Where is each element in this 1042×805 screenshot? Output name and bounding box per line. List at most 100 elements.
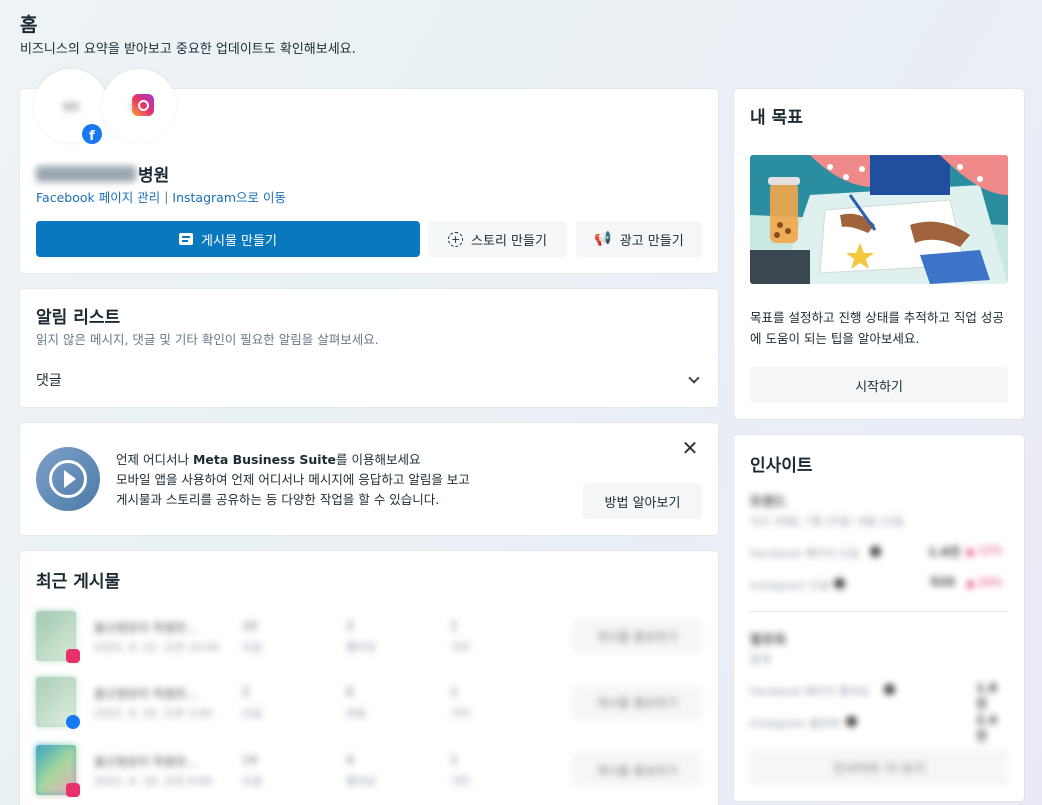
- learn-how-button[interactable]: 방법 알아보기: [583, 483, 702, 519]
- post-row[interactable]: 출산병원의 특별한... 2022. 8. 18. 오전 9:00 14 도달 …: [36, 745, 702, 797]
- insight-metric-value: 2.4천: [976, 713, 998, 743]
- insight-metric-label: Instagram 팔로워: [750, 717, 840, 730]
- post-stat-label: 기타: [450, 641, 471, 654]
- post-date: 2022. 8. 18. 오전 9:00: [94, 775, 213, 788]
- post-stat-label: 좋아요: [346, 775, 377, 788]
- insights-card: 인사이트 트렌드 지난 28일: 7월 25일~8월 22일 Facebook …: [734, 435, 1024, 801]
- insight-row: Facebook 페이지 도달 1.6천 ▲ 12%: [750, 543, 1008, 563]
- notifications-subtitle: 읽지 않은 메시지, 댓글 및 기타 확인이 필요한 알림을 살펴보세요.: [36, 332, 379, 347]
- post-stat-value: 0: [346, 685, 354, 699]
- post-stat-value: 1: [450, 753, 458, 767]
- goals-description: 목표를 설정하고 진행 상태를 추적하고 직업 성공에 도움이 되는 팁을 알아…: [750, 310, 1004, 346]
- megaphone-icon: 📢: [594, 231, 612, 247]
- followers-title: 팔로워: [750, 633, 786, 648]
- instagram-icon: [132, 94, 154, 116]
- goals-title: 내 목표: [750, 108, 803, 128]
- info-icon: [870, 546, 881, 557]
- close-icon[interactable]: ✕: [680, 438, 700, 459]
- post-date: 2022. 8. 22. 오전 10:00: [94, 641, 220, 654]
- trends-subtitle: 지난 28일: 7월 25일~8월 22일: [750, 515, 904, 528]
- info-icon: [884, 684, 895, 695]
- instagram-link[interactable]: Instagram으로 이동: [172, 187, 286, 206]
- business-suite-promo: 언제 어디서나 Meta Business Suite를 이용해보세요 모바일 …: [20, 423, 718, 535]
- facebook-page-avatar[interactable]: 병원 f: [34, 69, 108, 144]
- post-stat-label: 좋아요: [346, 641, 377, 654]
- insight-row: Instagram 도달 920 ▲ 20%: [750, 575, 1008, 595]
- more-insights-button[interactable]: 인사이트 더 보기: [750, 749, 1008, 785]
- comments-row[interactable]: 댓글: [36, 369, 702, 391]
- start-goals-label: 시작하기: [855, 379, 903, 395]
- notifications-card: 알림 리스트 읽지 않은 메시지, 댓글 및 기타 확인이 필요한 알림을 살펴…: [20, 289, 718, 407]
- insight-metric-change: ▲ 20%: [966, 576, 1003, 589]
- post-stat-value: 14: [242, 753, 258, 767]
- meta-business-suite-icon: [36, 447, 100, 511]
- post-title: 출산병원의 특별한...: [94, 621, 198, 635]
- insight-metric-value: 1.6천: [928, 545, 961, 559]
- more-insights-label: 인사이트 더 보기: [833, 761, 925, 777]
- post-thumbnail: [36, 745, 80, 797]
- profile-card: 병원 f 병원 병원 Facebook 페이지 관리 | Instagram으로…: [20, 69, 718, 273]
- info-icon: [846, 716, 857, 727]
- post-thumbnail: [36, 677, 80, 729]
- post-stat-label: 도달: [242, 707, 263, 720]
- create-story-label: 스토리 만들기: [471, 233, 547, 249]
- post-date: 2022. 8. 20. 오후 3:00: [94, 707, 213, 720]
- insight-metric-value: 1.8천: [976, 681, 998, 711]
- create-ad-label: 광고 만들기: [619, 233, 684, 249]
- page-name: 병원: [36, 161, 169, 186]
- boost-post-button[interactable]: 게시물 홍보하기: [572, 753, 702, 787]
- facebook-avatar-text: 병원: [62, 102, 80, 113]
- promo-text: 언제 어디서나 Meta Business Suite를 이용해보세요 모바일 …: [116, 450, 470, 510]
- create-story-button[interactable]: + 스토리 만들기: [428, 221, 567, 257]
- insight-row: Facebook 페이지 좋아요 1.8천: [750, 681, 1008, 711]
- info-icon: [834, 578, 845, 589]
- facebook-page-link[interactable]: Facebook 페이지 관리: [36, 187, 160, 206]
- post-stat-value: 2: [242, 685, 250, 699]
- insight-metric-value: 920: [930, 575, 956, 589]
- trends-title: 트렌드: [750, 495, 786, 510]
- page-title: 홈: [20, 14, 38, 36]
- post-stat-label: 기타: [450, 775, 471, 788]
- create-post-button[interactable]: 게시물 만들기: [36, 221, 420, 257]
- post-stat-value: 10: [242, 619, 258, 633]
- post-stat-value: 4: [346, 753, 354, 767]
- page-name-suffix: 병원: [138, 166, 170, 186]
- insight-metric-label: Facebook 페이지 좋아요: [750, 685, 870, 698]
- post-stat-label: 도달: [242, 641, 263, 654]
- link-separator: |: [164, 189, 169, 204]
- post-icon: [179, 233, 194, 245]
- start-goals-button[interactable]: 시작하기: [750, 367, 1008, 403]
- post-stat-label: 기타: [450, 707, 471, 720]
- learn-how-label: 방법 알아보기: [604, 495, 681, 511]
- create-post-label: 게시물 만들기: [201, 233, 277, 249]
- story-add-icon: +: [448, 231, 464, 247]
- create-ad-button[interactable]: 📢 광고 만들기: [576, 221, 702, 257]
- post-row[interactable]: 출산병원의 특별한... 2022. 8. 22. 오전 10:00 10 도달…: [36, 611, 702, 663]
- boost-post-button[interactable]: 게시물 홍보하기: [572, 685, 702, 719]
- comments-label: 댓글: [36, 373, 62, 389]
- insight-metric-change: ▲ 12%: [966, 544, 1003, 557]
- goals-card: 내 목표 목표를 설정하고 진행 상태를 추적하고 직업 성공에 도움이 되는 …: [734, 89, 1024, 419]
- insight-row: Instagram 팔로워 2.4천: [750, 713, 1008, 743]
- post-thumbnail: [36, 611, 80, 663]
- page-links: Facebook 페이지 관리 | Instagram으로 이동: [36, 187, 286, 206]
- insight-metric-label: Instagram 도달: [750, 579, 830, 592]
- facebook-icon: f: [82, 124, 102, 144]
- post-title: 출산병원의 특별한...: [94, 687, 198, 701]
- instagram-avatar[interactable]: 병원: [102, 69, 176, 143]
- boost-post-button[interactable]: 게시물 홍보하기: [572, 619, 702, 653]
- post-stat-label: 도달: [242, 775, 263, 788]
- goals-illustration: [750, 155, 1008, 284]
- post-stat-value: 1: [450, 619, 458, 633]
- post-stat-value: 2: [346, 619, 354, 633]
- post-title: 출산병원의 특별한...: [94, 755, 198, 769]
- page-name-redacted: [36, 165, 136, 182]
- post-stat-value: 1: [450, 685, 458, 699]
- notifications-title: 알림 리스트: [36, 308, 121, 328]
- insight-metric-label: Facebook 페이지 도달: [750, 547, 860, 560]
- insights-divider: [750, 611, 1008, 612]
- promo-brand: Meta Business Suite: [192, 452, 337, 467]
- promo-line1: 언제 어디서나 Meta Business Suite를 이용해보세요: [116, 452, 421, 467]
- post-row[interactable]: 출산병원의 특별한... 2022. 8. 20. 오후 3:00 2 도달 0…: [36, 677, 702, 729]
- promo-line3: 게시물과 스토리를 공유하는 등 다양한 작업을 할 수 있습니다.: [116, 492, 440, 507]
